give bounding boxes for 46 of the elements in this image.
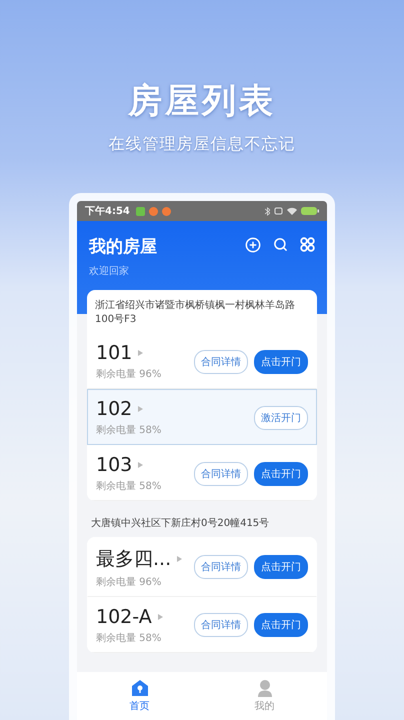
caret-icon (158, 614, 163, 620)
add-button[interactable] (245, 237, 261, 253)
home-icon (130, 679, 148, 697)
house-address: 浙江省绍兴市诸暨市枫桥镇枫一村枫林羊岛路100号F3 (94, 298, 296, 326)
page-subtitle: 欢迎回家 (89, 264, 130, 278)
tab-label: 我的 (254, 700, 274, 713)
vibrate-icon (274, 207, 283, 215)
battery-level: 剩余电量 96% (96, 576, 162, 588)
detail-button[interactable]: 合同详情 (194, 462, 248, 486)
open-door-button[interactable]: 点击开门 (254, 613, 308, 637)
promo-subtitle: 在线管理房屋信息不忘记 (108, 134, 296, 155)
detail-button[interactable]: 合同详情 (194, 555, 248, 579)
open-door-button[interactable]: 点击开门 (254, 462, 308, 486)
page-title: 我的房屋 (89, 236, 157, 258)
room-name: 最多四... (96, 546, 172, 572)
tab-label: 首页 (130, 700, 150, 713)
open-door-button[interactable]: 点击开门 (254, 350, 308, 374)
caret-icon (138, 406, 144, 412)
tab[interactable]: 我的 (202, 678, 327, 714)
grid-button[interactable] (300, 237, 315, 253)
room-row[interactable]: 102 剩余电量 58% 激活开门 (87, 389, 317, 445)
promo-title: 房屋列表 (128, 80, 276, 123)
detail-button[interactable]: 合同详情 (194, 350, 248, 374)
search-button[interactable] (273, 237, 288, 253)
detail-button[interactable]: 激活开门 (254, 406, 308, 430)
room-name: 102-A (96, 606, 152, 628)
battery-icon (301, 207, 319, 215)
tab[interactable]: 首页 (77, 678, 202, 714)
battery-level: 剩余电量 58% (96, 480, 162, 493)
room-row[interactable]: 102-A 剩余电量 58% 合同详情 点击开门 (87, 596, 317, 652)
wifi-icon (287, 207, 297, 215)
battery-level: 剩余电量 58% (96, 632, 162, 644)
room-name: 103 (96, 454, 132, 476)
status-time: 下午4:54 (85, 204, 130, 218)
detail-button[interactable]: 合同详情 (194, 613, 248, 637)
caret-icon (138, 462, 144, 468)
battery-level: 剩余电量 58% (96, 424, 162, 437)
house-address: 大唐镇中兴社区下新庄村0号20幢415号 (90, 516, 270, 531)
battery-level: 剩余电量 96% (96, 368, 162, 381)
bluetooth-icon (265, 206, 270, 216)
room-name: 102 (96, 398, 132, 420)
caret-icon (177, 556, 182, 562)
open-door-button[interactable]: 点击开门 (254, 555, 308, 579)
room-name: 101 (96, 342, 132, 364)
person-icon (256, 679, 274, 697)
caret-icon (138, 350, 144, 356)
